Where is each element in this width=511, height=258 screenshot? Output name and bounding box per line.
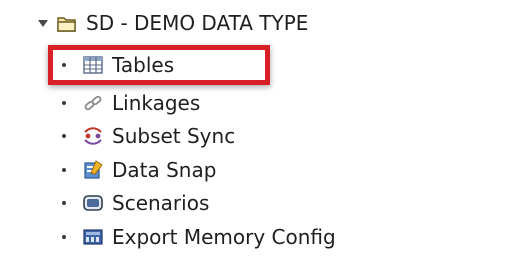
tree-bullet [62, 101, 66, 105]
tree-bullet [62, 235, 66, 239]
tree-item-data-snap[interactable]: Data Snap [82, 155, 216, 185]
tree-item-label: Subset Sync [112, 124, 236, 148]
export-memory-config-icon [82, 226, 104, 248]
highlight-box [48, 45, 270, 85]
navigation-tree: SD - DEMO DATA TYPE Tables Linkages Subs… [0, 0, 511, 258]
tree-root-node[interactable]: SD - DEMO DATA TYPE [56, 8, 308, 38]
tree-bullet [62, 168, 66, 172]
tree-root-label: SD - DEMO DATA TYPE [86, 11, 309, 35]
tree-item-linkages[interactable]: Linkages [82, 88, 200, 118]
tree-item-label: Export Memory Config [112, 225, 336, 249]
folder-open-icon [56, 12, 78, 34]
tree-bullet [62, 134, 66, 138]
tree-item-label: Data Snap [112, 158, 217, 182]
expand-caret-icon[interactable] [38, 20, 48, 27]
tree-item-label: Linkages [112, 91, 201, 115]
link-icon [82, 92, 104, 114]
tree-item-scenarios[interactable]: Scenarios [82, 188, 209, 218]
data-snap-icon [82, 159, 104, 181]
tree-item-export-memory-config[interactable]: Export Memory Config [82, 222, 336, 252]
tree-item-subset-sync[interactable]: Subset Sync [82, 121, 235, 151]
scenarios-icon [82, 192, 104, 214]
tree-item-label: Scenarios [112, 191, 210, 215]
subset-sync-icon [82, 125, 104, 147]
tree-bullet [62, 201, 66, 205]
